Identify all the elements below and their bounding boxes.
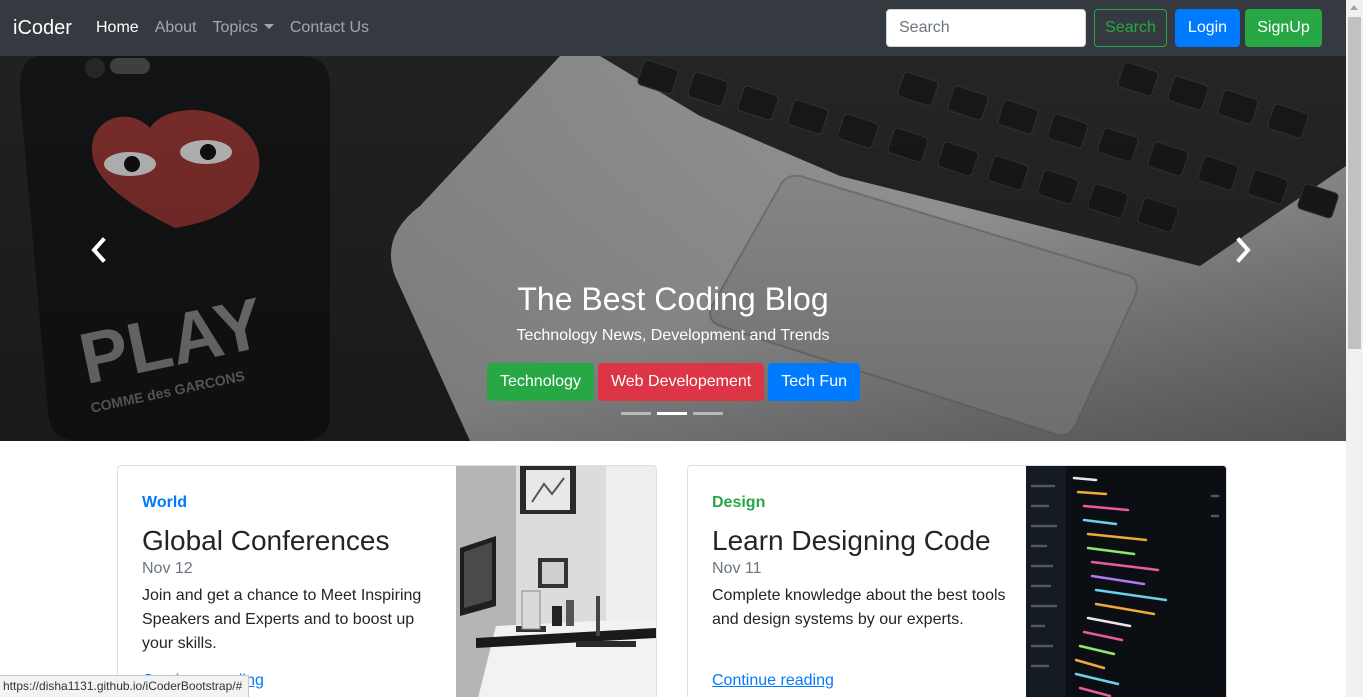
nav-link-topics-label: Topics	[212, 19, 258, 36]
nav-link-home[interactable]: Home	[96, 18, 139, 38]
nav-dropdown-topics[interactable]: Topics	[213, 18, 274, 38]
carousel-indicator[interactable]	[693, 412, 723, 415]
card-category: Design	[712, 494, 766, 511]
office-desk-image	[456, 466, 656, 697]
card-title: Learn Designing Code	[712, 525, 991, 556]
page: iCoder Home About Topics Contact Us Sear…	[0, 0, 1363, 697]
card-date: Nov 11	[712, 560, 762, 577]
chevron-right-icon[interactable]	[1234, 236, 1254, 264]
scroll-up-arrow-icon[interactable]	[1350, 5, 1358, 10]
nav-link-contact[interactable]: Contact Us	[290, 18, 369, 38]
scrollbar-thumb[interactable]	[1348, 17, 1361, 349]
blog-card-world: World Global Conferences Nov 12 Join and…	[117, 465, 657, 697]
card-text: Complete knowledge about the best tools …	[712, 587, 1006, 628]
continue-reading-link[interactable]: Continue reading	[712, 671, 834, 691]
nav-link-about[interactable]: About	[155, 18, 197, 38]
carousel-subtitle: Technology News, Development and Trends	[516, 327, 830, 344]
card-title: Global Conferences	[142, 525, 390, 556]
carousel-title: The Best Coding Blog	[517, 281, 829, 317]
card-date: Nov 12	[142, 560, 193, 577]
card-text: Join and get a chance to Meet Inspiring …	[142, 587, 422, 652]
vertical-scrollbar[interactable]	[1346, 0, 1363, 697]
navbar: iCoder Home About Topics Contact Us Sear…	[0, 0, 1346, 56]
browser-status-url: https://disha1131.github.io/iCoderBootst…	[0, 675, 250, 697]
technology-button[interactable]: Technology	[487, 363, 594, 401]
code-screen-image	[1026, 466, 1226, 697]
carousel-indicators	[621, 412, 729, 415]
card-category: World	[142, 494, 188, 511]
carousel-indicator[interactable]	[621, 412, 651, 415]
chevron-left-icon[interactable]	[88, 236, 108, 264]
signup-button[interactable]: SignUp	[1245, 9, 1322, 47]
carousel-indicator-active[interactable]	[657, 412, 687, 415]
nav-links: Home About Topics Contact Us	[96, 18, 385, 38]
hero-carousel: PLAY COMME des GARCONS The Best Coding B…	[0, 56, 1346, 441]
carousel-buttons: Technology Web Developement Tech Fun	[487, 363, 864, 401]
web-development-button[interactable]: Web Developement	[597, 363, 765, 401]
blog-card-design: Design Learn Designing Code Nov 11 Compl…	[687, 465, 1227, 697]
caret-down-icon	[263, 24, 274, 29]
login-button[interactable]: Login	[1175, 9, 1240, 47]
search-input[interactable]	[886, 9, 1086, 47]
tech-fun-button[interactable]: Tech Fun	[768, 363, 860, 401]
search-button[interactable]: Search	[1094, 9, 1167, 47]
brand-logo[interactable]: iCoder	[13, 16, 72, 40]
